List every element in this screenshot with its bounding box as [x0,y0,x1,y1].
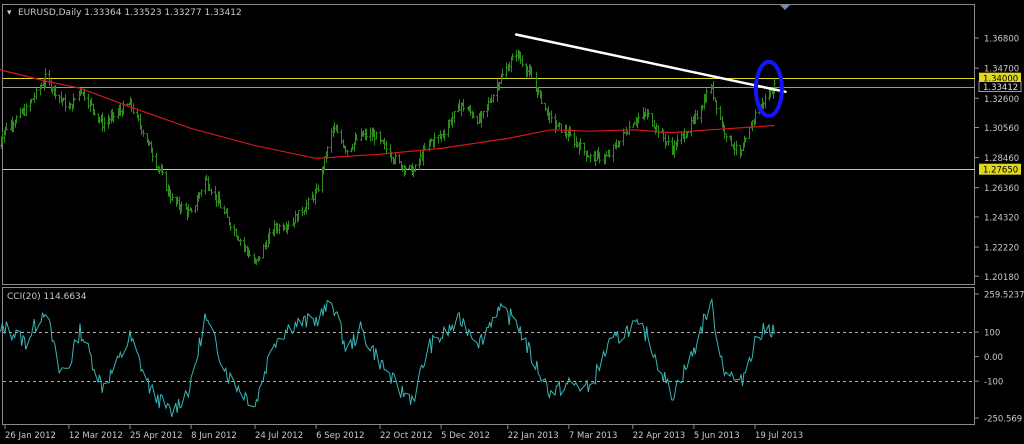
date-tick-label: 5 Jun 2013 [694,431,740,441]
price-tick-label: 1.24320 [984,213,1019,223]
date-tick-label: 7 Mar 2013 [569,431,617,441]
price-tick-label: 1.26360 [984,184,1019,194]
level-price-label-1: 1.27650 [983,166,1018,176]
cci-tick-label: 0.00 [984,353,1003,363]
date-tick-label: 22 Apr 2013 [633,431,686,441]
cci-tick-label: 100 [984,329,1000,339]
date-tick-label: 6 Sep 2012 [316,431,364,441]
date-tick-label: 19 Jul 2013 [755,431,803,441]
cci-tick-label: -100 [984,378,1003,388]
cci-header: CCI(20) 114.6634 [7,292,87,302]
date-tick-label: 24 Jul 2012 [255,431,303,441]
chart-canvas: 1.368001.347001.326001.305601.284601.263… [0,0,1024,444]
date-tick-label: 22 Oct 2012 [380,431,433,441]
date-tick-label: 12 Mar 2012 [69,431,123,441]
price-tick-label: 1.30560 [984,124,1019,134]
current-price-label: 1.33412 [983,83,1018,93]
price-tick-label: 1.22220 [984,244,1019,254]
price-tick-label: 1.20180 [984,273,1019,283]
price-tick-label: 1.32600 [984,95,1019,105]
chart-menu-glyph[interactable]: ▾ [7,8,12,18]
price-tick-label: 1.28460 [984,154,1019,164]
cci-tick-label: 259.5237 [984,291,1024,301]
date-tick-label: 8 Jun 2012 [191,431,237,441]
price-tick-label: 1.36800 [984,35,1019,45]
date-tick-label: 22 Jan 2013 [508,431,559,441]
date-tick-label: 26 Jan 2012 [5,431,56,441]
date-tick-label: 5 Dec 2012 [441,431,490,441]
chart-header: EURUSD,Daily 1.33364 1.33523 1.33277 1.3… [18,8,242,18]
cci-tick-label: -250.569 [984,415,1022,425]
date-tick-label: 25 Apr 2012 [130,431,183,441]
